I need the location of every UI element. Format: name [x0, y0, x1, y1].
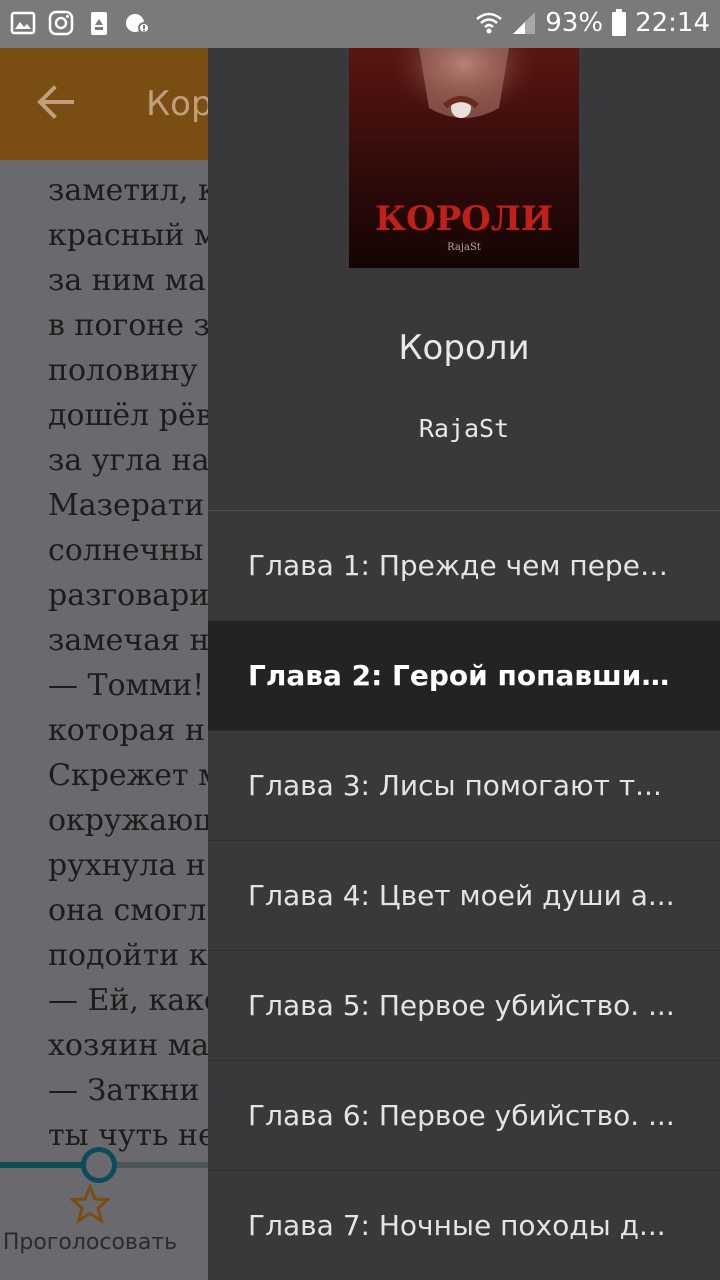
chapter-item[interactable]: Глава 2: Герой попавший в ...: [208, 621, 720, 731]
system-status: 93% 22:14: [475, 8, 710, 38]
chapter-item[interactable]: Глава 4: Цвет моей души а...: [208, 841, 720, 951]
book-title: Короли: [398, 328, 530, 368]
chapter-item[interactable]: Глава 3: Лисы помогают т...: [208, 731, 720, 841]
chapter-item[interactable]: Глава 6: Первое убийство. ...: [208, 1061, 720, 1171]
battery-icon: [612, 9, 627, 36]
app-bar-title: Кор: [146, 84, 213, 124]
cloud-chat-icon: [126, 14, 150, 34]
notification-icons: [10, 10, 150, 36]
book-author[interactable]: RajaSt: [208, 414, 720, 443]
chapter-item[interactable]: Глава 1: Прежде чем перех...: [208, 511, 720, 621]
wifi-icon: [476, 12, 503, 34]
cover-title: КОРОЛИ: [375, 199, 553, 239]
progress-thumb[interactable]: [80, 1147, 117, 1183]
status-bar: 93% 22:14: [0, 0, 720, 48]
chapter-label: Глава 1: Прежде чем перех...: [248, 549, 680, 582]
instagram-icon: [48, 10, 74, 36]
vote-label: Проголосовать: [2, 1230, 178, 1255]
vote-button[interactable]: Проголосовать: [0, 1184, 180, 1255]
chapter-label: Глава 6: Первое убийство. ...: [248, 1099, 675, 1132]
chapter-label: Глава 4: Цвет моей души а...: [248, 879, 675, 912]
chapter-label: Глава 7: Ночные походы д...: [248, 1209, 666, 1242]
chapter-label: Глава 2: Герой попавший в ...: [248, 659, 680, 692]
navigation-drawer: КОРОЛИ RajaSt Короли RajaSt Глава 1: Пре…: [208, 48, 720, 1280]
chapter-item[interactable]: Глава 7: Ночные походы д...: [208, 1171, 720, 1280]
chapter-label: Глава 5: Первое убийство. ...: [248, 989, 675, 1022]
recycle-icon: [91, 12, 107, 35]
clock: 22:14: [635, 8, 710, 38]
book-cover: КОРОЛИ RajaSt: [349, 48, 579, 268]
signal-icon: [513, 12, 536, 34]
chapter-list: Глава 1: Прежде чем перех... Глава 2: Гер…: [208, 510, 720, 1280]
battery-percent: 93%: [545, 8, 604, 38]
chapter-label: Глава 3: Лисы помогают т...: [248, 769, 662, 802]
image-icon: [10, 11, 36, 35]
cover-author: RajaSt: [447, 242, 481, 253]
star-icon: [70, 1184, 110, 1224]
chapter-item[interactable]: Глава 5: Первое убийство. ...: [208, 951, 720, 1061]
back-arrow-icon[interactable]: [36, 82, 76, 122]
